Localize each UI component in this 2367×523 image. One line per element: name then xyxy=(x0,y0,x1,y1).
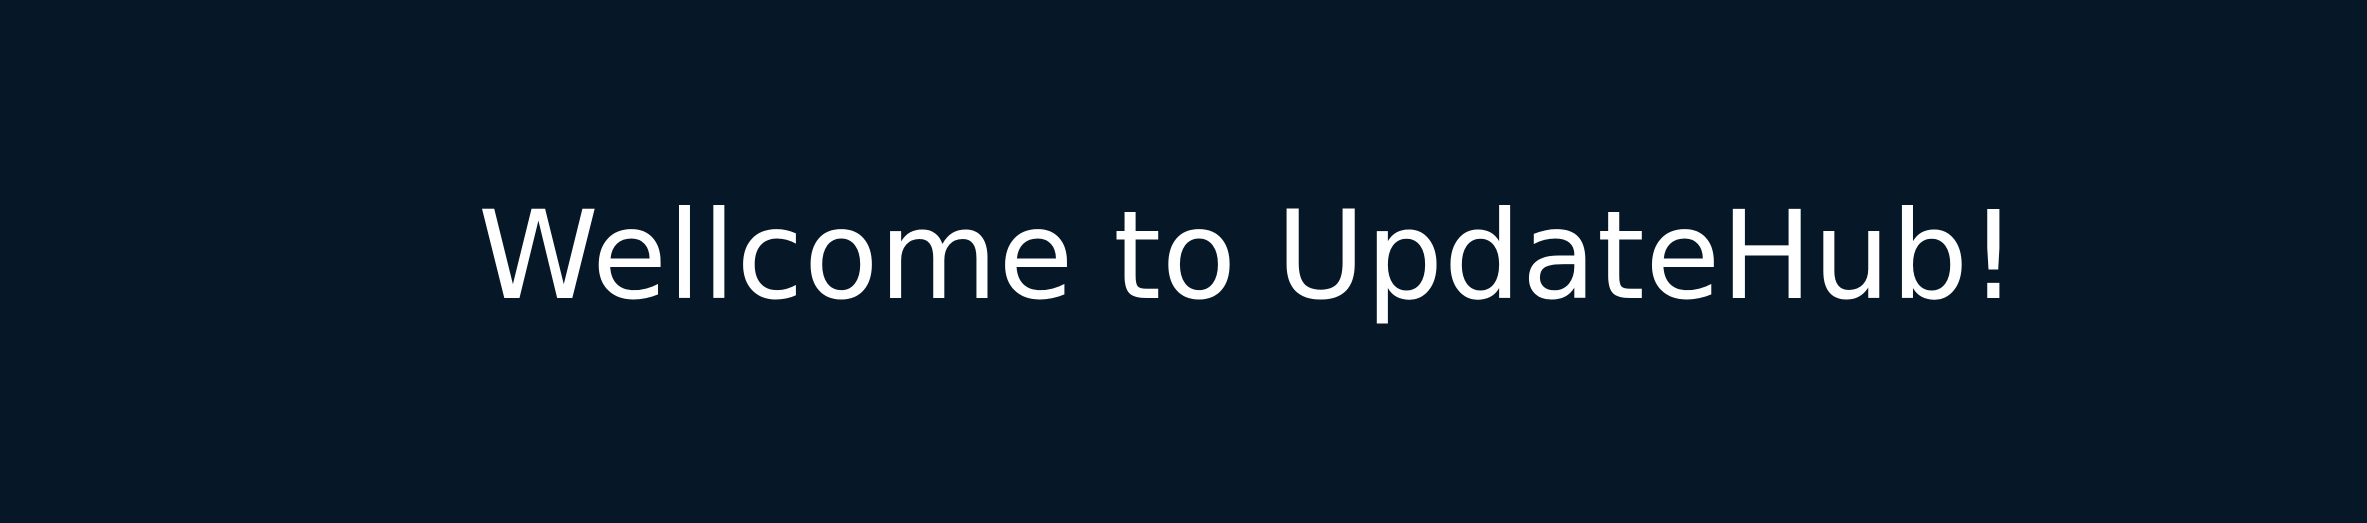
welcome-screen: Wellcome to UpdateHub! xyxy=(0,0,2367,523)
welcome-heading: Wellcome to UpdateHub! xyxy=(478,185,2019,327)
